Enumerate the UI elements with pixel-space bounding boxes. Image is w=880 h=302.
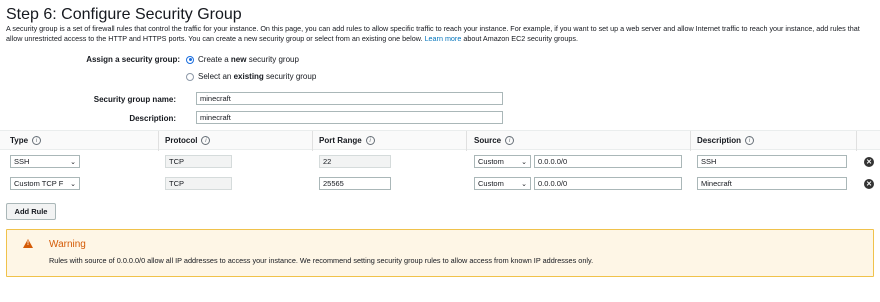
rule-type-select[interactable]: SSH ⌄	[10, 155, 80, 168]
security-group-name-input[interactable]	[196, 92, 503, 105]
description-label: Description:	[129, 114, 176, 123]
col-description-header: Description i	[697, 136, 755, 145]
info-icon[interactable]: i	[505, 136, 515, 145]
rule-protocol-field: TCP	[165, 177, 232, 190]
warning-title: Warning	[49, 239, 86, 250]
rule-protocol-field: TCP	[165, 155, 232, 168]
column-divider	[466, 131, 467, 151]
column-divider	[856, 131, 857, 151]
warning-icon: !	[23, 239, 33, 248]
col-port-range-header: Port Range i	[319, 136, 375, 145]
column-divider	[158, 131, 159, 151]
add-rule-button[interactable]: Add Rule	[6, 203, 56, 220]
warning-text: Rules with source of 0.0.0.0/0 allow all…	[49, 256, 594, 265]
radio-select-existing[interactable]	[186, 72, 194, 81]
security-group-name-label: Security group name:	[93, 95, 176, 104]
chevron-down-icon: ⌄	[521, 180, 527, 188]
column-divider	[690, 131, 691, 151]
warning-alert: ! Warning Rules with source of 0.0.0.0/0…	[6, 229, 874, 277]
page-title: Step 6: Configure Security Group	[6, 6, 242, 23]
radio-create-new-label: Create a new security group	[198, 55, 299, 64]
description-input[interactable]	[196, 111, 503, 124]
col-type-header: Type i	[10, 136, 42, 145]
chevron-down-icon: ⌄	[70, 180, 76, 188]
radio-create-new[interactable]	[186, 55, 194, 64]
info-icon[interactable]: i	[745, 136, 755, 145]
rule-source-cidr-input[interactable]: 0.0.0.0/0	[534, 155, 682, 168]
chevron-down-icon: ⌄	[70, 158, 76, 166]
rules-table-header: Type i Protocol i Port Range i Source i Desc…	[0, 130, 880, 151]
rule-port-range-field: 22	[319, 155, 391, 168]
rule-description-input[interactable]: SSH	[697, 155, 847, 168]
chevron-down-icon: ⌄	[521, 158, 527, 166]
learn-more-link[interactable]: Learn more	[425, 34, 462, 43]
radio-select-existing-label: Select an existing security group	[198, 72, 317, 81]
assign-security-group-label: Assign a security group:	[86, 55, 180, 64]
rule-type-select[interactable]: Custom TCP F ⌄	[10, 177, 80, 190]
rule-source-select[interactable]: Custom ⌄	[474, 155, 531, 168]
rule-source-select[interactable]: Custom ⌄	[474, 177, 531, 190]
column-divider	[312, 131, 313, 151]
info-icon[interactable]: i	[201, 136, 211, 145]
info-icon[interactable]: i	[365, 136, 375, 145]
remove-rule-icon[interactable]: ✕	[864, 179, 874, 189]
remove-rule-icon[interactable]: ✕	[864, 157, 874, 167]
rule-source-cidr-input[interactable]: 0.0.0.0/0	[534, 177, 682, 190]
col-source-header: Source i	[474, 136, 515, 145]
col-protocol-header: Protocol i	[165, 136, 211, 145]
radio-create-new-option[interactable]: Create a new security group	[186, 55, 299, 64]
intro-text: A security group is a set of firewall ru…	[6, 24, 876, 44]
rule-port-range-input[interactable]: 25565	[319, 177, 391, 190]
info-icon[interactable]: i	[32, 136, 42, 145]
intro-tail: about Amazon EC2 security groups.	[463, 34, 578, 43]
radio-select-existing-option[interactable]: Select an existing security group	[186, 72, 316, 81]
rule-description-input[interactable]: Minecraft	[697, 177, 847, 190]
